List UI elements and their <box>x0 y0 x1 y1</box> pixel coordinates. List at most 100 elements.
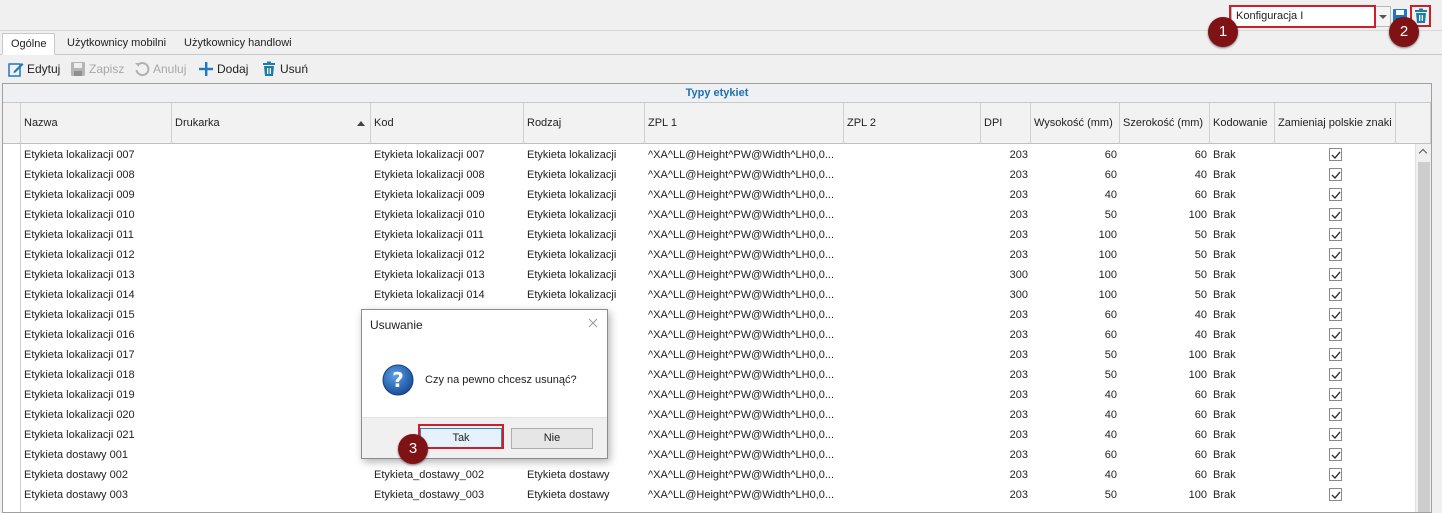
chevron-down-icon[interactable] <box>1374 7 1390 26</box>
cell-printer[interactable] <box>172 245 371 265</box>
configuration-select[interactable]: Konfiguracja I <box>1231 6 1391 27</box>
cell-type[interactable]: Etykieta dostawy <box>524 465 645 485</box>
cell-printer[interactable] <box>172 305 371 325</box>
cell-type[interactable]: Etykieta dostawy <box>524 485 645 505</box>
cell-type[interactable]: Etykieta lokalizacji <box>524 185 645 205</box>
cell-height[interactable]: 50 <box>1031 205 1120 225</box>
cell-name[interactable]: Etykieta lokalizacji 012 <box>21 245 172 265</box>
cell-dpi[interactable]: 203 <box>981 305 1031 325</box>
table-row[interactable]: Etykieta lokalizacji 017 ^XA^LL@Height^PW… <box>3 345 1415 365</box>
cell-encoding[interactable]: Brak <box>1210 445 1275 465</box>
cell-zpl1[interactable]: ^XA^LL@Height^PW@Width^LH0,0... <box>645 305 844 325</box>
cell-zpl1[interactable]: ^XA^LL@Height^PW@Width^LH0,0... <box>645 245 844 265</box>
table-row[interactable]: Etykieta dostawy 003 Etykieta_dostawy_003… <box>3 485 1415 505</box>
replace-polish-checkbox[interactable] <box>1329 368 1342 381</box>
table-row[interactable]: Etykieta lokalizacji 018 ^XA^LL@Height^PW… <box>3 365 1415 385</box>
cell-height[interactable]: 40 <box>1031 385 1120 405</box>
cell-name[interactable]: Etykieta lokalizacji 010 <box>21 205 172 225</box>
replace-polish-checkbox[interactable] <box>1329 148 1342 161</box>
column-header-height[interactable]: Wysokość (mm) <box>1031 103 1120 144</box>
cell-printer[interactable] <box>172 345 371 365</box>
scrollbar-thumb[interactable] <box>1418 162 1430 512</box>
cell-zpl2[interactable] <box>844 205 981 225</box>
cell-height[interactable]: 60 <box>1031 325 1120 345</box>
cell-code[interactable]: Etykieta lokalizacji 010 <box>371 205 524 225</box>
table-row[interactable]: Etykieta lokalizacji 016 ^XA^LL@Height^PW… <box>3 325 1415 345</box>
close-icon[interactable] <box>586 316 600 330</box>
cell-code[interactable]: Etykieta lokalizacji 013 <box>371 265 524 285</box>
cell-encoding[interactable]: Brak <box>1210 405 1275 425</box>
cell-zpl1[interactable]: ^XA^LL@Height^PW@Width^LH0,0... <box>645 485 844 505</box>
table-row[interactable]: Etykieta lokalizacji 009 Etykieta lokaliz… <box>3 185 1415 205</box>
cell-width[interactable]: 50 <box>1120 285 1210 305</box>
cell-name[interactable]: Etykieta lokalizacji 007 <box>21 145 172 165</box>
column-header-replace-polish[interactable]: Zamieniaj polskie znaki <box>1275 103 1396 144</box>
cell-encoding[interactable]: Brak <box>1210 425 1275 445</box>
cell-width[interactable]: 60 <box>1120 385 1210 405</box>
cell-zpl2[interactable] <box>844 385 981 405</box>
column-header-encoding[interactable]: Kodowanie <box>1210 103 1275 144</box>
cell-dpi[interactable]: 203 <box>981 425 1031 445</box>
cell-zpl2[interactable] <box>844 365 981 385</box>
replace-polish-checkbox[interactable] <box>1329 188 1342 201</box>
cell-width[interactable]: 100 <box>1120 485 1210 505</box>
cell-type[interactable]: Etykieta lokalizacji <box>524 285 645 305</box>
cell-code[interactable]: Etykieta lokalizacji 012 <box>371 245 524 265</box>
replace-polish-checkbox[interactable] <box>1329 488 1342 501</box>
replace-polish-checkbox[interactable] <box>1329 348 1342 361</box>
cell-zpl2[interactable] <box>844 245 981 265</box>
cell-dpi[interactable]: 203 <box>981 345 1031 365</box>
column-header-name[interactable]: Nazwa <box>21 103 172 144</box>
table-row[interactable]: Etykieta lokalizacji 008 Etykieta lokaliz… <box>3 165 1415 185</box>
cell-zpl1[interactable]: ^XA^LL@Height^PW@Width^LH0,0... <box>645 445 844 465</box>
table-row[interactable]: Etykieta lokalizacji 014 Etykieta lokaliz… <box>3 285 1415 305</box>
add-button[interactable]: Dodaj <box>198 60 248 78</box>
cell-height[interactable]: 100 <box>1031 285 1120 305</box>
column-header-zpl1[interactable]: ZPL 1 <box>645 103 844 144</box>
cell-code[interactable]: Etykieta lokalizacji 014 <box>371 285 524 305</box>
column-header-dpi[interactable]: DPI <box>981 103 1031 144</box>
yes-button[interactable]: Tak <box>420 428 502 449</box>
save-button[interactable]: Zapisz <box>70 60 124 78</box>
cell-name[interactable]: Etykieta lokalizacji 009 <box>21 185 172 205</box>
cell-encoding[interactable]: Brak <box>1210 325 1275 345</box>
cell-printer[interactable] <box>172 485 371 505</box>
cell-printer[interactable] <box>172 285 371 305</box>
replace-polish-checkbox[interactable] <box>1329 208 1342 221</box>
cell-height[interactable]: 60 <box>1031 305 1120 325</box>
cell-encoding[interactable]: Brak <box>1210 225 1275 245</box>
cell-zpl2[interactable] <box>844 405 981 425</box>
cell-width[interactable]: 50 <box>1120 265 1210 285</box>
cell-type[interactable]: Etykieta lokalizacji <box>524 245 645 265</box>
replace-polish-checkbox[interactable] <box>1329 408 1342 421</box>
cell-name[interactable]: Etykieta lokalizacji 008 <box>21 165 172 185</box>
cell-zpl1[interactable]: ^XA^LL@Height^PW@Width^LH0,0... <box>645 145 844 165</box>
column-header-code[interactable]: Kod <box>371 103 524 144</box>
cell-zpl1[interactable]: ^XA^LL@Height^PW@Width^LH0,0... <box>645 465 844 485</box>
cell-height[interactable]: 60 <box>1031 145 1120 165</box>
cell-encoding[interactable]: Brak <box>1210 265 1275 285</box>
vertical-scrollbar[interactable] <box>1415 144 1431 512</box>
tab-sales-users[interactable]: Użytkownicy handlowi <box>176 33 300 55</box>
cell-dpi[interactable]: 203 <box>981 185 1031 205</box>
cell-dpi[interactable]: 203 <box>981 225 1031 245</box>
cell-encoding[interactable]: Brak <box>1210 365 1275 385</box>
cell-width[interactable]: 100 <box>1120 205 1210 225</box>
tab-general[interactable]: Ogólne <box>2 33 56 55</box>
cell-zpl2[interactable] <box>844 345 981 365</box>
cell-zpl2[interactable] <box>844 485 981 505</box>
no-button[interactable]: Nie <box>511 428 593 449</box>
replace-polish-checkbox[interactable] <box>1329 308 1342 321</box>
cell-width[interactable]: 40 <box>1120 325 1210 345</box>
table-row[interactable]: Etykieta lokalizacji 007 Etykieta lokaliz… <box>3 145 1415 165</box>
cell-name[interactable]: Etykieta lokalizacji 021 <box>21 425 172 445</box>
cell-height[interactable]: 40 <box>1031 185 1120 205</box>
cell-name[interactable]: Etykieta lokalizacji 017 <box>21 345 172 365</box>
cell-encoding[interactable]: Brak <box>1210 145 1275 165</box>
cell-encoding[interactable]: Brak <box>1210 185 1275 205</box>
replace-polish-checkbox[interactable] <box>1329 228 1342 241</box>
cell-dpi[interactable]: 300 <box>981 265 1031 285</box>
table-row[interactable]: Etykieta lokalizacji 019 ^XA^LL@Height^PW… <box>3 385 1415 405</box>
cell-printer[interactable] <box>172 265 371 285</box>
cell-name[interactable]: Etykieta dostawy 002 <box>21 465 172 485</box>
